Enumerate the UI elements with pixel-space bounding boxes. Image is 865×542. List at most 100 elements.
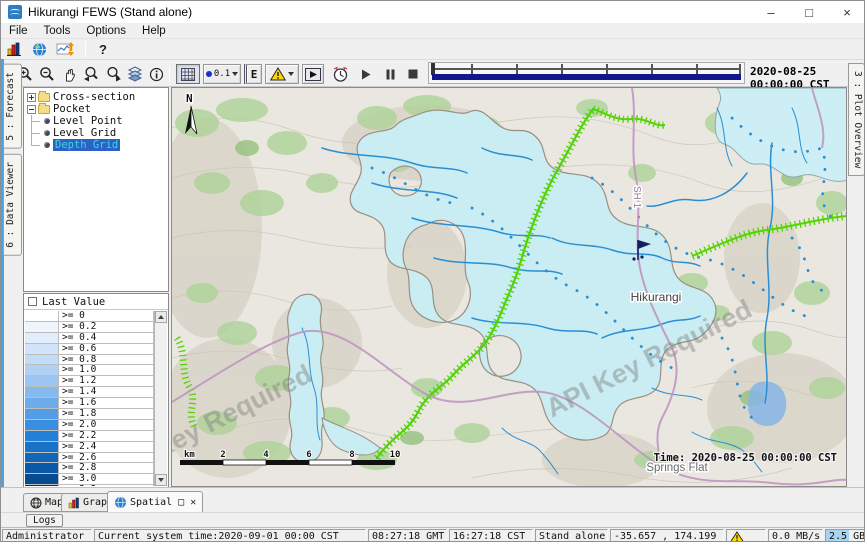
menu-item[interactable]: Options bbox=[78, 25, 134, 37]
legend-row-label: >= 3.0 bbox=[59, 474, 154, 484]
legend-row[interactable]: >= 0.6 bbox=[25, 344, 154, 355]
expand-icon[interactable] bbox=[27, 93, 36, 102]
help-button[interactable]: ? bbox=[92, 42, 114, 57]
legend-panel: Last Value >= 0 >= 0.2 >= 0.4 >= 0.6 >= … bbox=[23, 293, 169, 488]
minimize-button[interactable]: – bbox=[752, 1, 790, 23]
data-display-button[interactable] bbox=[1, 41, 27, 57]
logs-row: Logs bbox=[1, 512, 865, 527]
legend-scrollbar[interactable] bbox=[154, 311, 167, 486]
layer-bullet-icon bbox=[44, 142, 50, 148]
tab-maximize-icon[interactable]: □ bbox=[178, 497, 184, 508]
legend-row-label: >= 1.6 bbox=[59, 398, 154, 408]
dock-tab-bar: Map Graph Spatial □ ✕ bbox=[1, 487, 865, 512]
legend-color-swatch bbox=[25, 355, 59, 365]
tree-node-depth-grid[interactable]: Depth Grid bbox=[24, 139, 168, 151]
tree-node-cross-section[interactable]: Cross-section bbox=[24, 91, 168, 103]
close-button[interactable]: × bbox=[828, 1, 865, 23]
legend-color-swatch bbox=[25, 398, 59, 408]
pause-button[interactable] bbox=[381, 67, 399, 81]
legend-row-label: >= 3.2 bbox=[59, 485, 154, 486]
scroll-down-button[interactable] bbox=[155, 474, 167, 486]
timeline-track[interactable] bbox=[433, 68, 740, 70]
tab-data-viewer[interactable]: 6 : Data Viewer bbox=[3, 154, 22, 256]
window-title: Hikurangi FEWS (Stand alone) bbox=[28, 5, 192, 19]
last-value-checkbox[interactable] bbox=[28, 297, 37, 306]
collapse-icon[interactable] bbox=[27, 105, 36, 114]
menu-item[interactable]: Help bbox=[134, 25, 174, 37]
zoom-out-icon bbox=[39, 66, 55, 82]
movie-play-icon bbox=[305, 68, 321, 81]
tree-node-label: Level Grid bbox=[53, 127, 116, 139]
svg-text:6: 6 bbox=[306, 450, 311, 460]
tree-node-level-grid[interactable]: Level Grid bbox=[24, 127, 168, 139]
chevron-down-icon bbox=[232, 72, 238, 76]
tree-node-label: Cross-section bbox=[53, 91, 135, 103]
title-bar: Hikurangi FEWS (Stand alone) – □ × bbox=[1, 1, 865, 23]
timeline-slider[interactable] bbox=[428, 62, 745, 84]
tab-plot-overview[interactable]: 3 : Plot Overview bbox=[848, 63, 865, 176]
zoom-previous-button[interactable] bbox=[81, 65, 101, 83]
zoom-previous-icon bbox=[83, 66, 100, 82]
legend-color-swatch bbox=[25, 322, 59, 332]
bar-chart-icon bbox=[6, 41, 22, 57]
svg-text:km: km bbox=[184, 450, 195, 460]
status-memory: 2.5 GB bbox=[825, 529, 865, 542]
animation-button[interactable] bbox=[302, 64, 324, 84]
pan-button[interactable] bbox=[59, 65, 79, 83]
layer-bullet-icon bbox=[44, 118, 50, 124]
contour-labels-button[interactable]: E bbox=[244, 64, 262, 84]
map-display-button[interactable] bbox=[27, 42, 51, 57]
legend-row-label: >= 2.8 bbox=[59, 463, 154, 473]
threshold-dot-icon bbox=[206, 71, 212, 77]
status-local-time: 16:27:18 CST bbox=[449, 529, 533, 542]
tab-spatial-label: Spatial bbox=[130, 497, 172, 508]
hand-icon bbox=[62, 67, 77, 82]
chevron-down-icon bbox=[288, 72, 294, 76]
legend-row-label: >= 2.6 bbox=[59, 453, 154, 463]
stop-button[interactable] bbox=[404, 67, 422, 81]
timeseries-icon bbox=[56, 41, 74, 57]
info-button[interactable] bbox=[146, 65, 166, 83]
legend-row[interactable]: >= 3.2 bbox=[25, 485, 154, 486]
status-warning-cell[interactable] bbox=[726, 529, 766, 542]
tree-node-level-point[interactable]: Level Point bbox=[24, 115, 168, 127]
legend-row-label: >= 0.4 bbox=[59, 333, 154, 343]
legend-row-label: >= 1.4 bbox=[59, 387, 154, 397]
grid-display-toggle[interactable] bbox=[176, 64, 200, 84]
svg-text:4: 4 bbox=[263, 450, 269, 460]
menu-item[interactable]: File bbox=[1, 25, 36, 37]
tab-forecast[interactable]: 5 : Forecast bbox=[3, 64, 22, 149]
tree-connector bbox=[24, 127, 44, 139]
warning-icon bbox=[730, 531, 744, 542]
toolbar-separator bbox=[169, 66, 170, 82]
map-canvas[interactable]: API Key Required API Key Required Hikura… bbox=[172, 88, 847, 487]
maximize-button[interactable]: □ bbox=[790, 1, 828, 23]
warnings-dropdown[interactable] bbox=[265, 64, 299, 84]
legend-row-label: >= 2.2 bbox=[59, 431, 154, 441]
tree-node-pocket[interactable]: Pocket bbox=[24, 103, 168, 115]
zoom-out-button[interactable] bbox=[37, 65, 57, 83]
time-settings-button[interactable] bbox=[329, 64, 351, 84]
tree-connector bbox=[24, 115, 44, 127]
play-button[interactable] bbox=[357, 67, 375, 81]
logs-button[interactable]: Logs bbox=[26, 514, 63, 527]
legend-class-list: >= 0 >= 0.2 >= 0.4 >= 0.6 >= 0.8 >= 1.0 … bbox=[25, 311, 154, 486]
town-label: Hikurangi bbox=[631, 290, 682, 304]
menu-item[interactable]: Tools bbox=[36, 25, 79, 37]
scroll-up-button[interactable] bbox=[155, 311, 167, 323]
tab-close-icon[interactable]: ✕ bbox=[190, 497, 196, 508]
legend-color-swatch bbox=[25, 376, 59, 386]
highway-label: SH 1 bbox=[631, 186, 642, 209]
legend-color-swatch bbox=[25, 431, 59, 441]
layers-tree-panel: Cross-section Pocket Level Point Level G… bbox=[23, 87, 169, 292]
legend-row[interactable]: >= 2.4 bbox=[25, 442, 154, 453]
timeseries-display-button[interactable] bbox=[51, 41, 79, 57]
arrow-down-icon bbox=[158, 478, 164, 482]
main-toolbar: ? bbox=[1, 39, 865, 59]
layers-button[interactable] bbox=[125, 65, 145, 83]
status-gmt-time: 08:27:18 GMT bbox=[368, 529, 447, 542]
tab-spatial[interactable]: Spatial □ ✕ bbox=[107, 491, 203, 513]
legend-row-label: >= 0.6 bbox=[59, 344, 154, 354]
threshold-dropdown[interactable]: 0.1 bbox=[203, 64, 241, 84]
zoom-next-button[interactable] bbox=[103, 65, 123, 83]
